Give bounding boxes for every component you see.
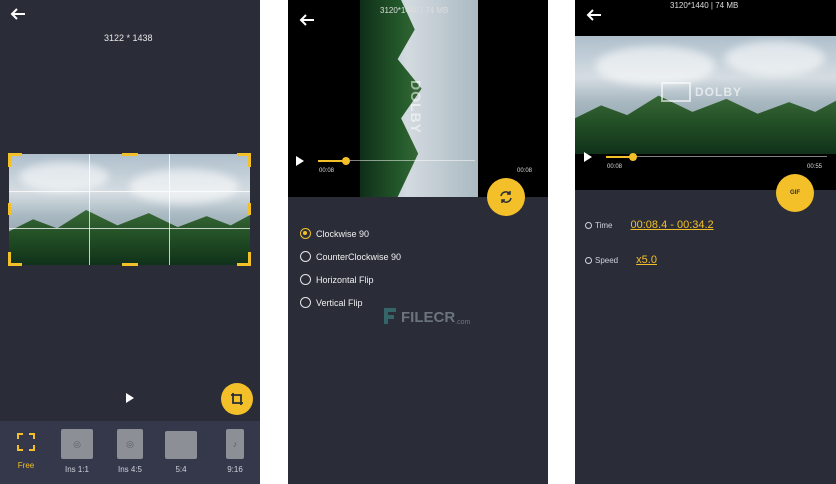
filecr-logo-icon	[384, 308, 396, 324]
grid-line	[89, 154, 90, 265]
gif-button[interactable]: GIF	[776, 174, 814, 212]
crop-handle-bottom-left[interactable]	[8, 252, 22, 266]
video-frame: DOLBY	[575, 36, 836, 154]
ratio-9-16[interactable]: ♪ 9:16	[222, 429, 248, 474]
play-icon[interactable]	[584, 152, 592, 162]
speed-icon	[585, 256, 592, 264]
back-arrow-icon[interactable]	[585, 7, 603, 23]
radio[interactable]	[300, 274, 311, 285]
crop-image[interactable]	[9, 154, 250, 265]
crop-handle-top[interactable]	[122, 153, 138, 156]
grid-line	[9, 228, 250, 229]
radio[interactable]	[300, 297, 311, 308]
filecr-watermark: FILECR .com	[382, 306, 470, 326]
ratio-free[interactable]: Free	[8, 429, 44, 470]
rotated-video-frame: DOLBY	[360, 0, 478, 197]
grid-line	[169, 154, 170, 265]
crop-handle-bottom[interactable]	[122, 263, 138, 266]
seek-track[interactable]	[345, 160, 475, 161]
back-arrow-icon[interactable]	[298, 12, 316, 28]
crop-screen: 3122 * 1438 Free ◎ Ins 1:1 ◎ Ins 4:5 5:4…	[0, 0, 260, 484]
radio-selected[interactable]	[300, 228, 311, 239]
free-crop-icon	[17, 433, 35, 451]
rotate-options: Clockwise 90 CounterClockwise 90 Horizon…	[300, 222, 401, 314]
instagram-icon: ◎	[61, 429, 93, 459]
resolution-label: 3120*1440 | 74 MB	[670, 1, 739, 10]
aspect-ratio-bar: Free ◎ Ins 1:1 ◎ Ins 4:5 5:4 ♪ 9:16	[0, 421, 260, 484]
ratio-box-icon	[165, 431, 197, 459]
time-row: Time 00:08.4 - 00:34.2	[585, 219, 714, 231]
option-horizontal-flip[interactable]: Horizontal Flip	[300, 268, 401, 291]
ratio-ins-4-5[interactable]: ◎ Ins 4:5	[114, 429, 146, 474]
crop-handle-bottom-right[interactable]	[237, 252, 251, 266]
video-preview[interactable]: DOLBY 3120*1440 | 74 MB 00:08 00:08	[288, 0, 548, 197]
end-time: 00:08	[517, 168, 533, 174]
clock-icon	[585, 221, 592, 229]
crop-button[interactable]	[221, 383, 253, 415]
play-icon[interactable]	[296, 156, 304, 166]
crop-handle-top-right[interactable]	[237, 153, 251, 167]
current-time: 00:08	[319, 168, 335, 174]
video-preview[interactable]: 3120*1440 | 74 MB DOLBY 00:08 00:55	[575, 0, 836, 190]
play-icon[interactable]	[126, 393, 134, 403]
tiktok-icon: ♪	[226, 429, 244, 459]
crop-handle-right[interactable]	[248, 203, 251, 215]
end-time: 00:55	[807, 164, 823, 170]
resolution-label: 3122 * 1438	[104, 33, 153, 43]
ratio-ins-1-1[interactable]: ◎ Ins 1:1	[61, 429, 93, 474]
grid-line	[9, 191, 250, 192]
seek-progress	[318, 160, 345, 162]
seek-knob[interactable]	[629, 153, 637, 161]
rotate-screen: DOLBY 3120*1440 | 74 MB 00:08 00:08 Cloc…	[288, 0, 548, 484]
speed-row: Speed x5.0	[585, 254, 657, 266]
radio[interactable]	[300, 251, 311, 262]
time-range-value[interactable]: 00:08.4 - 00:34.2	[630, 219, 713, 231]
seek-knob[interactable]	[342, 157, 350, 165]
dolby-logo-icon	[661, 82, 691, 102]
crop-handle-left[interactable]	[8, 203, 11, 215]
instagram-icon: ◎	[117, 429, 143, 459]
crop-icon	[231, 393, 243, 405]
option-clockwise-90[interactable]: Clockwise 90	[300, 222, 401, 245]
crop-handle-top-left[interactable]	[8, 153, 22, 167]
seek-track[interactable]	[632, 156, 827, 157]
dolby-watermark: DOLBY	[661, 82, 742, 102]
option-counterclockwise-90[interactable]: CounterClockwise 90	[300, 245, 401, 268]
ratio-5-4[interactable]: 5:4	[164, 429, 198, 474]
rotate-icon	[500, 191, 512, 203]
rotate-button[interactable]	[487, 178, 525, 216]
dolby-watermark: DOLBY	[408, 80, 424, 134]
speed-value[interactable]: x5.0	[636, 254, 657, 266]
resolution-label: 3120*1440 | 74 MB	[380, 6, 449, 15]
gif-screen: 3120*1440 | 74 MB DOLBY 00:08 00:55 GIF …	[575, 0, 836, 484]
current-time: 00:08	[607, 164, 623, 170]
back-arrow-icon[interactable]	[9, 6, 27, 22]
